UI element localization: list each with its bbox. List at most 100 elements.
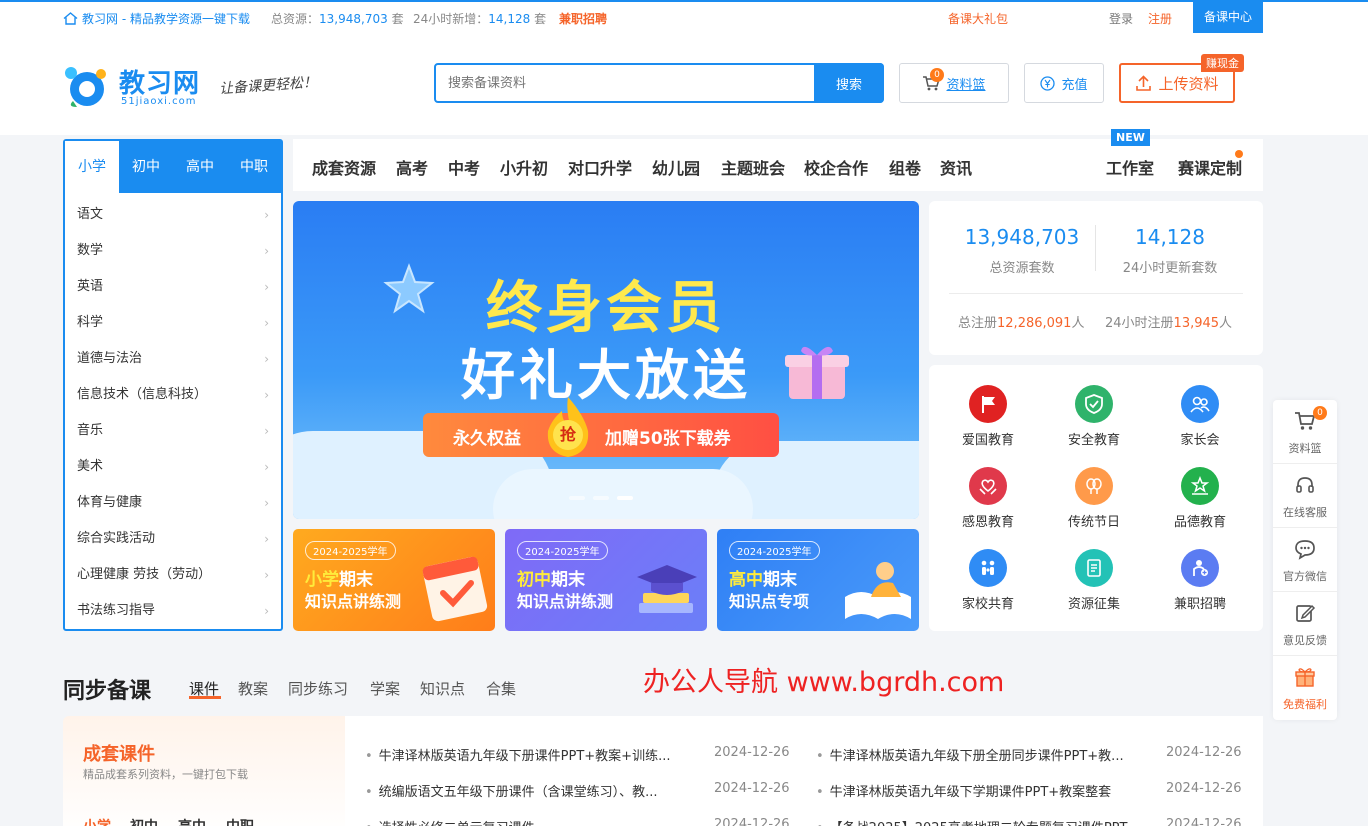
nav-item-custom[interactable]: 赛课定制 (1178, 155, 1242, 179)
list-item-date: 2024-12-26 (714, 781, 790, 796)
wechat-icon (1295, 540, 1315, 560)
prep-center-button[interactable]: 备课中心 (1193, 2, 1263, 33)
theme-morality[interactable]: 品德教育 (1150, 467, 1250, 530)
login-link[interactable]: 登录 (1109, 10, 1133, 27)
float-welfare-button[interactable]: 免费福利 (1273, 656, 1337, 720)
carousel-dot-active[interactable] (617, 496, 633, 500)
watermark-text: 办公人导航 www.bgrdh.com (643, 667, 1005, 698)
upload-label: 上传资料 (1158, 74, 1219, 93)
nav-item-zhongkao[interactable]: 中考 (448, 155, 480, 179)
set-subtitle: 精品成套系列资料，一键打包下载 (83, 768, 248, 781)
subject-item[interactable]: 体育与健康 › (65, 485, 281, 521)
list-item[interactable]: 牛津译林版英语九年级下册全册同步课件PPT+教... (816, 745, 1124, 764)
nav-item-gaokao[interactable]: 高考 (396, 155, 428, 179)
logo-name: 教习网 (119, 69, 201, 99)
float-feedback-button[interactable]: 意见反馈 (1273, 592, 1337, 656)
carousel-dot[interactable] (569, 496, 585, 500)
subject-item[interactable]: 音乐 › (65, 413, 281, 449)
stage-tab-primary[interactable]: 小学 (65, 141, 119, 193)
basket-count: 0 (930, 68, 944, 82)
stage-tab-senior[interactable]: 高中 (173, 141, 227, 193)
ribbon-left-text: 永久权益 (453, 429, 521, 449)
list-item[interactable]: 牛津译林版英语九年级下册课件PPT+教案+训练... (365, 745, 671, 764)
nav-item-studio[interactable]: 工作室 (1106, 155, 1154, 179)
promo-line2: 知识点讲练测 (517, 592, 614, 611)
carousel-dot[interactable] (593, 496, 609, 500)
nav-item-paper[interactable]: 组卷 (889, 155, 921, 179)
set-tab-vocational[interactable]: 中职 (226, 816, 254, 826)
gift-pack-link[interactable]: 备课大礼包 (948, 10, 1008, 27)
subject-item[interactable]: 信息技术（信息科技） › (65, 377, 281, 413)
theme-part-time-job[interactable]: 兼职招聘 (1150, 549, 1250, 612)
nav-item-xiaoshengchu[interactable]: 小升初 (500, 155, 548, 179)
list-item[interactable]: 牛津译林版英语九年级下学期课件PPT+教案整套 (816, 781, 1112, 800)
promo-card-primary[interactable]: 2024-2025学年 小学期末 知识点讲练测 (293, 529, 495, 631)
list-item[interactable]: 统编版语文五年级下册课件（含课堂练习）、教... (365, 781, 658, 800)
subject-item[interactable]: 综合实践活动 › (65, 521, 281, 557)
section-tab-knowledge[interactable]: 知识点 (420, 678, 465, 699)
basket-button[interactable]: 0 资料篮 (899, 63, 1009, 103)
set-tab-primary[interactable]: 小学 (83, 816, 111, 826)
section-tab-study-plan[interactable]: 学案 (370, 678, 400, 699)
list-item[interactable]: 选择性必修二单元复习课件 (365, 817, 535, 826)
nav-item-kindergarten[interactable]: 幼儿园 (652, 155, 700, 179)
promo-year: 2024-2025学年 (305, 541, 396, 560)
slogan: 让备课更轻松！ (218, 74, 318, 98)
subject-item[interactable]: 科学 › (65, 305, 281, 341)
home-link[interactable]: 教习网 - 精品教学资源一键下载 (63, 10, 250, 27)
float-wechat-button[interactable]: 官方微信 (1273, 528, 1337, 592)
new-resources: 24小时新增：14,128 套 (413, 12, 547, 26)
site-logo[interactable]: 教习网 51jiaoxi.com 让备课更轻松！ (63, 63, 323, 111)
set-tab-senior[interactable]: 高中 (178, 816, 206, 826)
stage-tab-vocational[interactable]: 中职 (227, 141, 281, 193)
graduation-cap-icon (637, 565, 697, 613)
stage-tabs: 小学 初中 高中 中职 (65, 141, 281, 193)
theme-safety[interactable]: 安全教育 (1044, 385, 1144, 448)
nav-item-sets[interactable]: 成套资源 (312, 155, 376, 179)
theme-resource-call[interactable]: 资源征集 (1044, 549, 1144, 612)
theme-festival[interactable]: 传统节日 (1044, 467, 1144, 530)
float-basket-button[interactable]: 0 资料篮 (1273, 400, 1337, 464)
section-tab-lesson-plan[interactable]: 教案 (238, 678, 268, 699)
subject-item[interactable]: 英语 › (65, 269, 281, 305)
subject-item[interactable]: 美术 › (65, 449, 281, 485)
nav-item-duikou[interactable]: 对口升学 (568, 155, 632, 179)
open-book-icon (845, 562, 911, 619)
chevron-right-icon: › (264, 424, 269, 438)
family-icon (981, 560, 995, 575)
promo-card-senior[interactable]: 2024-2025学年 高中期末 知识点专项 (717, 529, 919, 631)
charge-button[interactable]: 充值 (1024, 63, 1104, 103)
list-item[interactable]: 【备战2025】2025高考地理二轮专题复习课件PPT (816, 817, 1128, 826)
earn-cash-badge: 赚现金 (1201, 54, 1244, 72)
section-tab-practice[interactable]: 同步练习 (288, 678, 348, 699)
theme-grid: 爱国教育 安全教育 家长会 感恩教育 传统节日 品德教育 家校共育 资源征集 兼… (929, 365, 1263, 631)
active-tab-underline (189, 696, 221, 699)
theme-gratitude[interactable]: 感恩教育 (938, 467, 1038, 530)
chevron-right-icon: › (264, 316, 269, 330)
search-input[interactable] (436, 65, 814, 101)
nav-item-class-meeting[interactable]: 主题班会 (721, 155, 785, 179)
job-link[interactable]: 兼职招聘 (559, 10, 607, 27)
section-tab-collection[interactable]: 合集 (486, 678, 516, 699)
subject-list: 语文 › 数学 › 英语 › 科学 › 道德与法治 › 信息技术（信息科技） › 音乐 › 美… (65, 193, 281, 629)
subject-item[interactable]: 道德与法治 › (65, 341, 281, 377)
register-link[interactable]: 注册 (1148, 10, 1172, 27)
subject-item[interactable]: 语文 › (65, 197, 281, 233)
set-tab-junior[interactable]: 初中 (130, 816, 158, 826)
subject-item[interactable]: 书法练习指导 › (65, 593, 281, 629)
carousel-dots (569, 496, 633, 500)
float-service-button[interactable]: 在线客服 (1273, 464, 1337, 528)
nav-item-school-enterprise[interactable]: 校企合作 (804, 155, 868, 179)
hero-banner[interactable]: 终身会员 好礼大放送 永久权益 抢 加赠50张下载券 (293, 201, 919, 519)
theme-parent-meeting[interactable]: 家长会 (1150, 385, 1250, 448)
stage-tab-junior[interactable]: 初中 (119, 141, 173, 193)
subject-item[interactable]: 心理健康 劳技（劳动） › (65, 557, 281, 593)
promo-card-junior[interactable]: 2024-2025学年 初中期末 知识点讲练测 (505, 529, 707, 631)
nav-item-news[interactable]: 资讯 (940, 155, 972, 179)
gift-icon (1295, 668, 1315, 687)
theme-home-school[interactable]: 家校共育 (938, 549, 1038, 612)
subject-item[interactable]: 数学 › (65, 233, 281, 269)
search-button[interactable]: 搜索 (814, 63, 884, 103)
stat-registered-24h: 24小时注册13,945人 (1105, 316, 1233, 331)
theme-patriotic[interactable]: 爱国教育 (938, 385, 1038, 448)
